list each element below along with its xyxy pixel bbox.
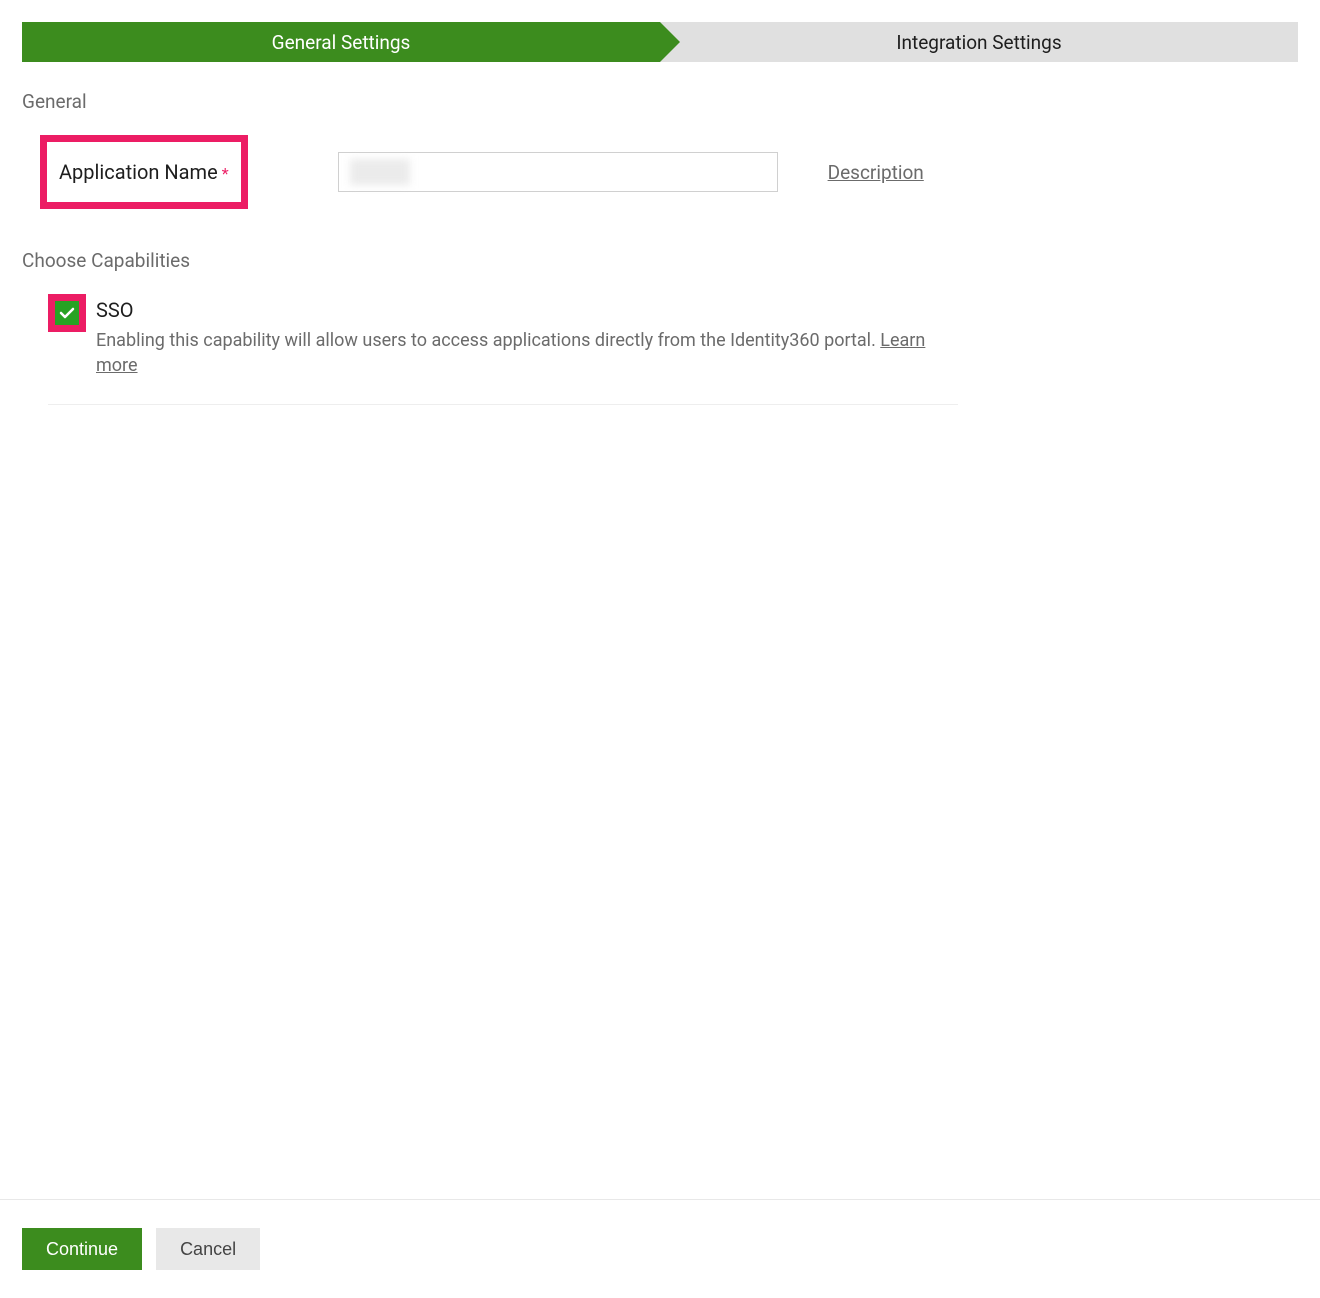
application-name-input-wrap: [338, 152, 778, 192]
required-asterisk: *: [222, 164, 229, 183]
sso-description: Enabling this capability will allow user…: [96, 328, 958, 378]
wizard-tabs: General Settings Integration Settings: [22, 22, 1298, 62]
section-general-title: General: [22, 90, 1298, 113]
footer-bar: Continue Cancel: [0, 1199, 1320, 1298]
section-capabilities-title: Choose Capabilities: [22, 249, 1298, 272]
sso-checkbox-highlight: [48, 294, 86, 332]
cancel-button[interactable]: Cancel: [156, 1228, 260, 1270]
sso-text-block: SSO Enabling this capability will allow …: [96, 298, 958, 378]
tab-integration-label: Integration Settings: [896, 31, 1061, 54]
application-name-label-highlight: Application Name*: [40, 135, 248, 209]
sso-title: SSO: [96, 298, 958, 322]
tab-general-label: General Settings: [272, 31, 411, 54]
tab-general-settings[interactable]: General Settings: [22, 22, 660, 62]
checkmark-icon: [59, 305, 75, 321]
sso-description-text: Enabling this capability will allow user…: [96, 330, 880, 351]
application-name-input[interactable]: [338, 152, 778, 192]
description-link[interactable]: Description: [828, 161, 924, 184]
sso-checkbox[interactable]: [55, 301, 79, 325]
capability-sso-row: SSO Enabling this capability will allow …: [48, 294, 958, 405]
application-name-label: Application Name: [59, 160, 218, 184]
tab-integration-settings[interactable]: Integration Settings: [660, 22, 1298, 62]
continue-button[interactable]: Continue: [22, 1228, 142, 1270]
application-name-row: Application Name* Description: [22, 135, 1298, 209]
